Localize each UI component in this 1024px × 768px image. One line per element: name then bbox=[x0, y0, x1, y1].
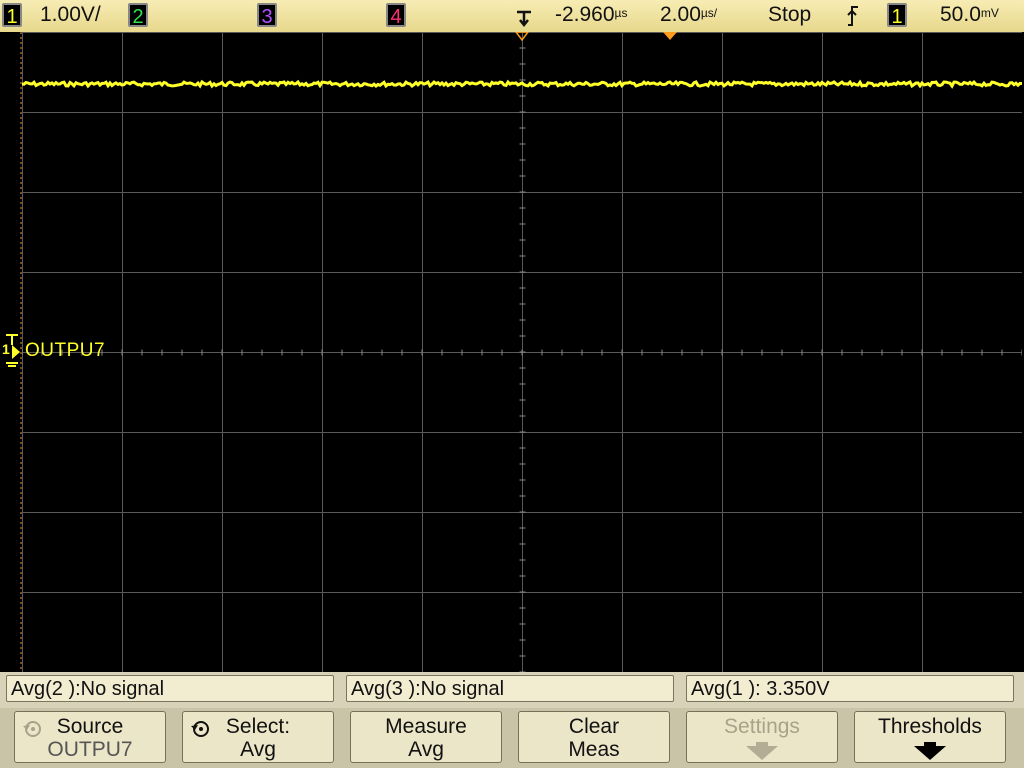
timebase-unit: µs/ bbox=[700, 6, 718, 20]
trigger-level-unit: mV bbox=[980, 6, 999, 20]
channel-2-badge[interactable]: 2 bbox=[128, 3, 148, 28]
timebase-value: 2.00 bbox=[660, 3, 701, 26]
channel-1-badge[interactable]: 1 bbox=[2, 3, 22, 28]
measurement-bar: Avg(2 ):No signal Avg(3 ):No signal Avg(… bbox=[0, 672, 1024, 708]
softkey-thresholds-label: Thresholds bbox=[878, 715, 982, 738]
softkey-select-value: Avg bbox=[240, 738, 276, 761]
rotate-knob-icon bbox=[191, 721, 209, 737]
channel-label: OUTPU7 bbox=[25, 340, 106, 361]
delay-reference-icon bbox=[515, 6, 535, 34]
graticule bbox=[22, 32, 1022, 672]
softkey-measure-value: Avg bbox=[408, 738, 444, 761]
measurement-avg-ch3[interactable]: Avg(3 ):No signal bbox=[346, 675, 674, 702]
timebase-scale[interactable]: 2.00µs/ bbox=[660, 3, 717, 27]
softkey-clear-meas[interactable]: Clear Meas bbox=[518, 711, 670, 763]
channel-4-badge[interactable]: 4 bbox=[386, 3, 406, 28]
softkey-source[interactable]: Source OUTPU7 bbox=[14, 711, 166, 763]
softkey-bar: Source OUTPU7 Select: Avg Measure Avg Cl… bbox=[0, 708, 1024, 768]
trigger-rising-edge-icon bbox=[846, 5, 860, 33]
softkey-measure[interactable]: Measure Avg bbox=[350, 711, 502, 763]
measurement-avg-ch1[interactable]: Avg(1 ): 3.350V bbox=[686, 675, 1014, 702]
horizontal-delay-value: -2.960 bbox=[555, 3, 615, 26]
delay-marker bbox=[663, 32, 677, 40]
measurement-avg-ch2[interactable]: Avg(2 ):No signal bbox=[6, 675, 334, 702]
ground-marker-label: 1 bbox=[2, 341, 10, 357]
horizontal-delay-unit: µs bbox=[614, 6, 628, 20]
softkey-measure-label: Measure bbox=[385, 715, 467, 738]
arrow-down-icon bbox=[855, 738, 1005, 760]
softkey-thresholds[interactable]: Thresholds bbox=[854, 711, 1006, 763]
run-state: Stop bbox=[768, 3, 812, 26]
softkey-select[interactable]: Select: Avg bbox=[182, 711, 334, 763]
trigger-source-badge[interactable]: 1 bbox=[887, 3, 907, 28]
channel-3-badge[interactable]: 3 bbox=[257, 3, 277, 28]
arrow-down-icon bbox=[687, 738, 837, 760]
status-bar: 1 1.00V/ 2 3 4 -2.960µs 2.00µs/ Stop 1 5… bbox=[0, 0, 1024, 32]
softkey-settings-label: Settings bbox=[724, 715, 800, 738]
channel-1-scale[interactable]: 1.00V/ bbox=[40, 3, 101, 27]
softkey-source-value: OUTPU7 bbox=[47, 738, 133, 761]
rotate-knob-icon bbox=[23, 721, 41, 737]
trigger-level[interactable]: 50.0mV bbox=[940, 3, 999, 27]
waveform-display[interactable] bbox=[22, 32, 1022, 672]
horizontal-delay[interactable]: -2.960µs bbox=[555, 3, 627, 27]
softkey-clear-value: Meas bbox=[568, 738, 620, 761]
ground-marker-icon[interactable]: 1 bbox=[2, 333, 22, 374]
softkey-settings[interactable]: Settings bbox=[686, 711, 838, 763]
softkey-clear-label: Clear bbox=[568, 715, 620, 738]
trigger-level-value: 50.0 bbox=[940, 3, 981, 26]
